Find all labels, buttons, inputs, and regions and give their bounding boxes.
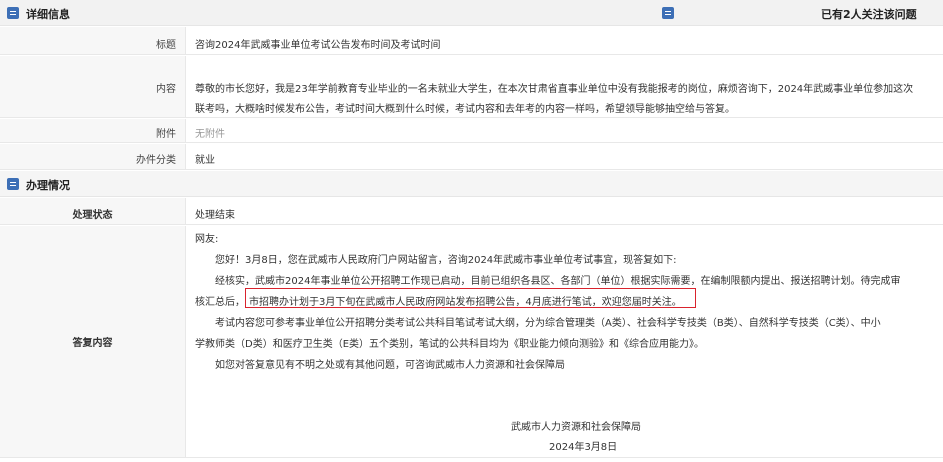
attachment-label: 附件 xyxy=(156,129,176,140)
category-row: 办件分类 就业 xyxy=(0,144,943,170)
content-label-cell: 内容 xyxy=(0,56,186,117)
attachment-row: 附件 无附件 xyxy=(0,119,943,143)
title-value: 咨询2024年武威事业单位考试公告发布时间及考试时间 xyxy=(195,40,441,51)
list-icon xyxy=(7,7,19,19)
status-label: 处理状态 xyxy=(72,210,113,221)
list-icon xyxy=(7,178,19,190)
content-line-1: 尊敬的市长您好，我是23年学前教育专业毕业的一名未就业大学生，在本次甘肃省直事业… xyxy=(195,84,914,95)
handling-section-title: 办理情况 xyxy=(26,179,70,192)
title-label: 标题 xyxy=(156,40,176,51)
reply-label-cell: 答复内容 xyxy=(0,226,186,457)
category-label: 办件分类 xyxy=(136,155,176,166)
reply-paragraph-3-line-2: 学教师类（D类）和医疗卫生类（E类）五个类别，笔试的公共科目均为《职业能力倾向测… xyxy=(195,339,705,350)
category-label-cell: 办件分类 xyxy=(0,144,186,169)
detail-section-header: 详细信息 已有2人关注该问题 xyxy=(0,0,943,26)
highlight-box xyxy=(245,288,696,308)
reply-paragraph-2-line-1: 经核实，武威市2024年事业单位公开招聘工作现已启动，目前已组织各县区、各部门（… xyxy=(215,276,901,287)
reply-date: 2024年3月8日 xyxy=(549,442,618,453)
reply-paragraph-4: 如您对答复意见有不明之处或有其他问题，可咨询武威市人力资源和社会保障局 xyxy=(215,360,565,371)
reply-paragraph-2-line-2a: 核汇总后， xyxy=(195,297,245,308)
handling-section-header: 办理情况 xyxy=(0,171,943,197)
detail-section-title: 详细信息 xyxy=(26,8,70,21)
reply-label: 答复内容 xyxy=(72,338,113,349)
title-row: 标题 咨询2024年武威事业单位考试公告发布时间及考试时间 xyxy=(0,27,943,55)
reply-salutation: 网友: xyxy=(195,234,219,245)
reply-paragraph-1: 您好！3月8日，您在武威市人民政府门户网站留言，咨询2024年武威市事业单位考试… xyxy=(215,255,677,266)
follow-list-icon[interactable] xyxy=(662,7,674,19)
content-line-2: 联考吗，大概啥时候发布公告，考试时间大概到什么时候，考试内容和去年考的内容一样吗… xyxy=(195,104,735,115)
status-value: 处理结束 xyxy=(195,210,235,221)
content-row: 内容 尊敬的市长您好，我是23年学前教育专业毕业的一名未就业大学生，在本次甘肃省… xyxy=(0,56,943,118)
status-label-cell: 处理状态 xyxy=(0,198,186,224)
category-value: 就业 xyxy=(195,155,215,166)
status-row: 处理状态 处理结束 xyxy=(0,198,943,225)
reply-signature: 武威市人力资源和社会保障局 xyxy=(511,422,641,433)
reply-paragraph-3-line-1: 考试内容您可参考事业单位公开招聘分类考试公共科目笔试考试大纲，分为综合管理类（A… xyxy=(215,318,881,329)
follow-count-text[interactable]: 已有2人关注该问题 xyxy=(821,6,917,22)
attachment-label-cell: 附件 xyxy=(0,119,186,142)
attachment-value: 无附件 xyxy=(195,129,225,140)
content-label: 内容 xyxy=(156,84,176,95)
title-label-cell: 标题 xyxy=(0,27,186,54)
